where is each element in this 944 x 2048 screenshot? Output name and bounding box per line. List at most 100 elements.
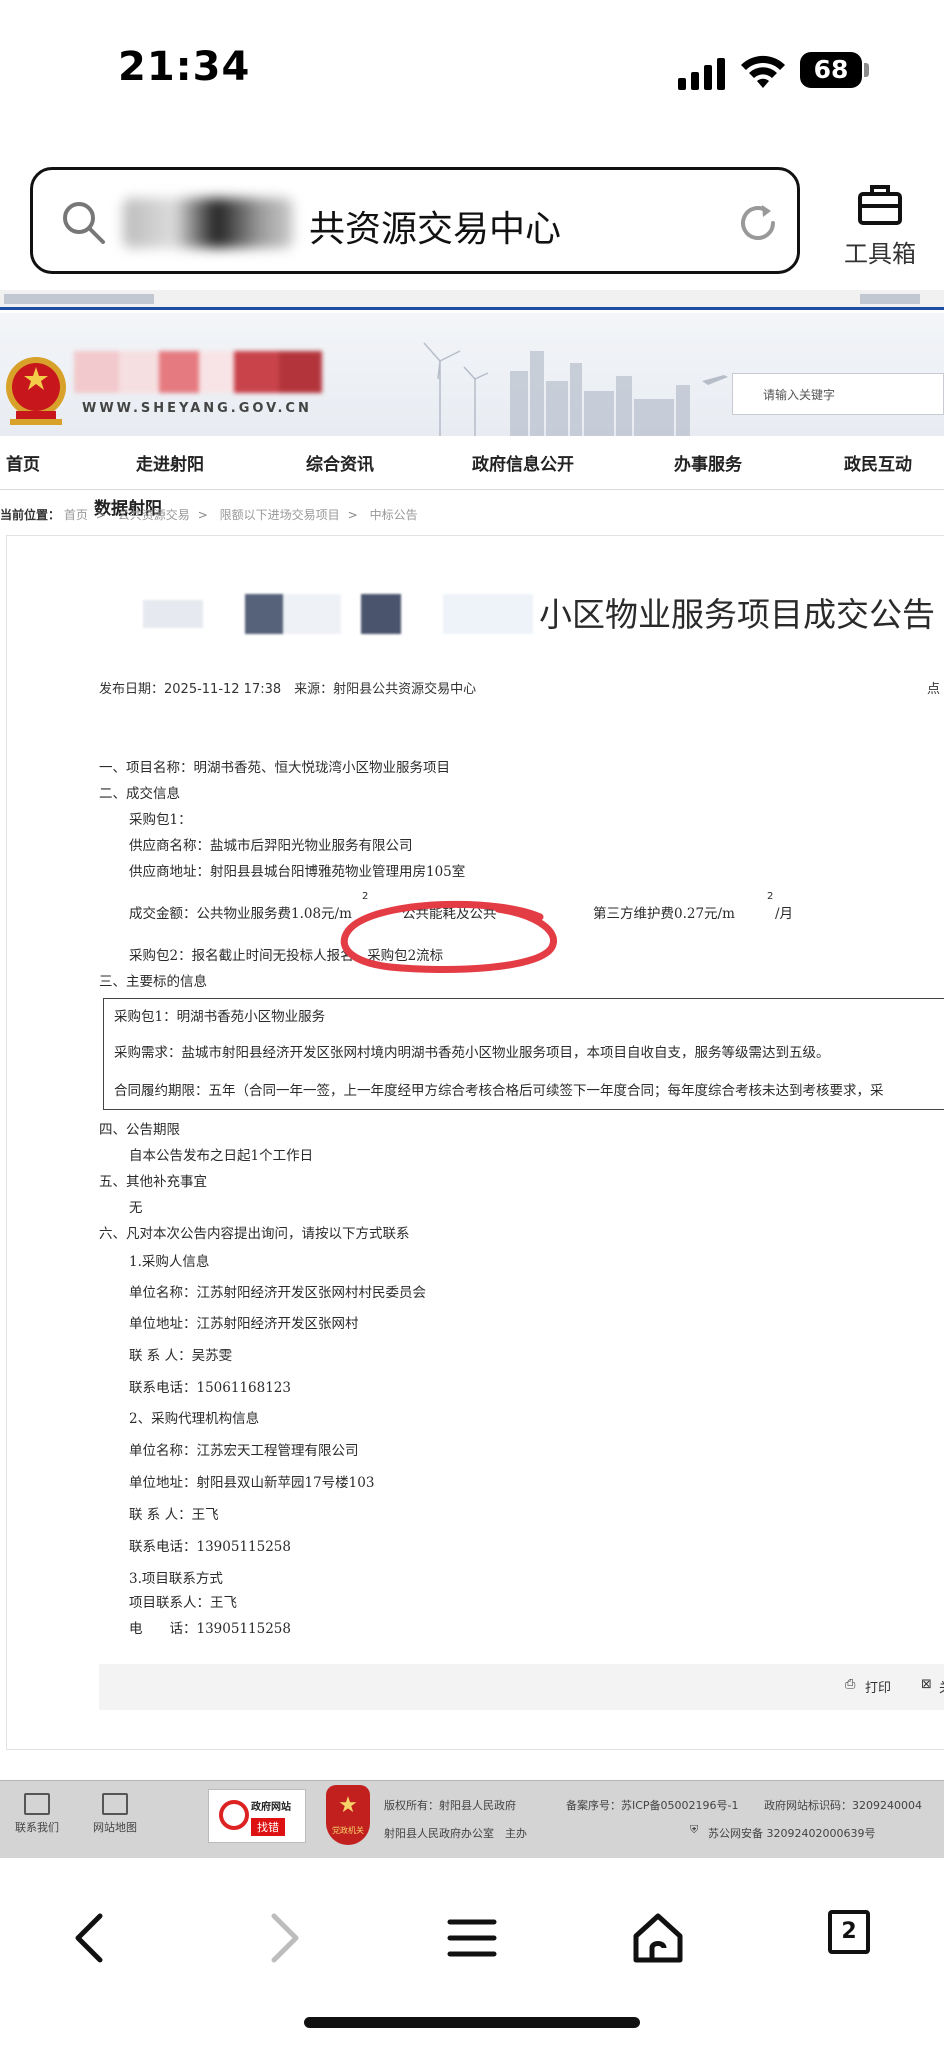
toolbox-icon bbox=[858, 185, 902, 225]
project-contact-phone: 电 话：13905115258 bbox=[129, 1621, 291, 1637]
agency-heading: 2、采购代理机构信息 bbox=[129, 1411, 260, 1427]
title-redacted bbox=[143, 594, 533, 634]
status-time: 21:34 bbox=[118, 44, 251, 90]
nav-item-about[interactable]: 走进射阳 bbox=[136, 450, 204, 475]
jiucuo-title: 政府网站 bbox=[251, 1802, 291, 1813]
sitemap-icon bbox=[102, 1793, 128, 1815]
section-2-heading: 二、成交信息 bbox=[99, 786, 180, 802]
site-search-input[interactable]: 请输入关键字 bbox=[732, 373, 944, 415]
back-icon[interactable] bbox=[62, 1908, 122, 1968]
section-6-heading: 六、凡对本次公告内容提出询问，请按以下方式联系 bbox=[99, 1226, 410, 1242]
deal-amount-per-month: /月 bbox=[775, 906, 794, 922]
breadcrumb-current[interactable]: 中标公告 bbox=[370, 508, 418, 522]
purchaser-phone: 联系电话：15061168123 bbox=[129, 1380, 291, 1396]
nav-item-news[interactable]: 综合资讯 bbox=[306, 450, 374, 475]
supplier-address-line: 供应商地址：射阳县县城台阳博雅苑物业管理用房105室 bbox=[129, 864, 466, 880]
footer-sitemap-link[interactable]: 网站地图 bbox=[86, 1793, 144, 1835]
footer-contact-label: 联系我们 bbox=[15, 1821, 59, 1834]
nav-item-services[interactable]: 办事服务 bbox=[674, 450, 742, 475]
project-contact-heading: 3.项目联系方式 bbox=[129, 1571, 223, 1587]
article-title: 小区物业服务项目成交公告 bbox=[539, 595, 935, 634]
breadcrumb-label: 当前位置： bbox=[0, 508, 61, 522]
agency-name: 单位名称：江苏宏天工程管理有限公司 bbox=[129, 1443, 359, 1459]
close-button[interactable]: 关 bbox=[939, 1677, 944, 1696]
tabs-button[interactable]: 2 bbox=[828, 1910, 870, 1954]
close-icon: ⊠ bbox=[921, 1677, 932, 1692]
purchaser-heading: 1.采购人信息 bbox=[129, 1254, 210, 1270]
site-footer: 联系我们 网站地图 政府网站 找错 ★ 党政机关 版权所有：射阳县人民政府 射阳… bbox=[0, 1780, 944, 1858]
agency-phone: 联系电话：13905115258 bbox=[129, 1539, 291, 1555]
footer-site-code: 政府网站标识码：3209240004 bbox=[764, 1799, 922, 1812]
footer-organizer: 射阳县人民政府办公室 主办 bbox=[384, 1827, 527, 1840]
purchaser-contact: 联 系 人：吴苏雯 bbox=[129, 1348, 233, 1364]
footer-contact-link[interactable]: 联系我们 bbox=[8, 1793, 66, 1835]
article-meta-right: 点 bbox=[927, 682, 941, 697]
project-contact-name: 项目联系人：王飞 bbox=[129, 1595, 237, 1611]
address-redacted bbox=[123, 198, 293, 248]
announcement-article: 小区物业服务项目成交公告 发布日期：2025-11-12 17:38 来源：射阳… bbox=[6, 535, 944, 1750]
purchaser-name: 单位名称：江苏射阳经济开发区张网村村民委员会 bbox=[129, 1285, 426, 1301]
party-gov-label: 党政机关 bbox=[332, 1826, 364, 1835]
nav-item-interaction[interactable]: 政民互动 bbox=[844, 450, 912, 475]
site-logo-redacted bbox=[74, 351, 322, 393]
skyline-banner bbox=[423, 342, 728, 436]
footer-police[interactable]: 苏公网安备 32092402000639号 bbox=[708, 1825, 875, 1841]
toolbox-button[interactable]: 工具箱 bbox=[830, 178, 930, 278]
gov-site-error-report-badge[interactable]: 政府网站 找错 bbox=[208, 1789, 306, 1843]
nav-item-gov-info[interactable]: 政府信息公开 bbox=[472, 450, 574, 475]
table-requirement: 采购需求：盐城市射阳县经济开发区张网村境内明湖书香苑小区物业服务项目，本项目自收… bbox=[114, 1045, 830, 1061]
section-4-heading: 四、公告期限 bbox=[99, 1122, 180, 1138]
wifi-icon bbox=[741, 55, 785, 88]
search-icon bbox=[63, 202, 105, 244]
forward-icon[interactable] bbox=[252, 1908, 312, 1968]
jiucuo-badge: 找错 bbox=[251, 1818, 285, 1836]
breadcrumb-home[interactable]: 首页 bbox=[64, 508, 88, 522]
sup-2-b: 2 bbox=[767, 891, 774, 902]
monitor-icon bbox=[24, 1793, 50, 1815]
home-icon[interactable] bbox=[628, 1908, 688, 1968]
webpage: WWW.SHEYANG.GOV.CN 请输入关键字 首页 走进射阳 综合资讯 政… bbox=[0, 290, 944, 1855]
article-meta: 发布日期：2025-11-12 17:38 来源：射阳县公共资源交易中心 bbox=[99, 682, 477, 697]
footer-sitemap-label: 网站地图 bbox=[93, 1821, 137, 1834]
menu-icon[interactable] bbox=[442, 1908, 502, 1968]
party-gov-emblem-icon: ★ bbox=[338, 1793, 358, 1818]
purchaser-address: 单位地址：江苏射阳经济开发区张网村 bbox=[129, 1316, 359, 1332]
subject-table: 采购包1：明湖书香苑小区物业服务 采购需求：盐城市射阳县经济开发区张网村境内明湖… bbox=[103, 998, 944, 1110]
site-header: WWW.SHEYANG.GOV.CN 请输入关键字 bbox=[0, 313, 944, 436]
national-emblem-icon bbox=[6, 357, 66, 425]
red-circle-annotation bbox=[340, 900, 557, 974]
magnifier-icon bbox=[219, 1800, 249, 1830]
print-button[interactable]: 打印 bbox=[865, 1677, 891, 1696]
agency-contact: 联 系 人：王飞 bbox=[129, 1507, 219, 1523]
deal-amount-third-party: 第三方维护费0.27元/m bbox=[593, 906, 735, 922]
table-package-1: 采购包1：明湖书香苑小区物业服务 bbox=[114, 1009, 326, 1025]
notice-period-line: 自本公告发布之日起1个工作日 bbox=[129, 1148, 314, 1164]
police-badge-icon: ⛨ bbox=[690, 1823, 699, 1836]
breadcrumb-project-type[interactable]: 限额以下进场交易项目 bbox=[220, 508, 340, 522]
site-nav: 首页 走进射阳 综合资讯 政府信息公开 办事服务 政民互动 bbox=[0, 436, 944, 490]
cellular-signal-icon bbox=[678, 56, 726, 90]
section-3-heading: 三、主要标的信息 bbox=[99, 974, 207, 990]
other-matters-line: 无 bbox=[129, 1200, 143, 1216]
home-indicator bbox=[304, 2017, 640, 2028]
battery-icon: 68 bbox=[800, 52, 862, 88]
project-name-line: 一、项目名称：明湖书香苑、恒大悦珑湾小区物业服务项目 bbox=[99, 760, 450, 776]
site-top-strip bbox=[0, 290, 944, 310]
breadcrumb: 当前位置： 首页 > 公共资源交易 > 限额以下进场交易项目 > 中标公告 bbox=[0, 508, 418, 522]
print-bar: ⎙ 打印 ⊠ 关 bbox=[99, 1664, 944, 1710]
nav-item-home[interactable]: 首页 bbox=[6, 450, 40, 475]
reload-icon[interactable] bbox=[735, 200, 781, 246]
address-bar[interactable]: 共资源交易中心 bbox=[30, 167, 800, 274]
address-text: 共资源交易中心 bbox=[309, 209, 562, 250]
breadcrumb-trading[interactable]: 公共资源交易 bbox=[118, 508, 190, 522]
browser-toolbar: 2 bbox=[0, 1858, 944, 2048]
deal-amount-line: 成交金额：公共物业服务费1.08元/m bbox=[129, 906, 352, 922]
print-icon: ⎙ bbox=[845, 1677, 856, 1692]
site-domain: WWW.SHEYANG.GOV.CN bbox=[82, 401, 312, 416]
supplier-name-line: 供应商名称：盐城市后羿阳光物业服务有限公司 bbox=[129, 838, 413, 854]
package-1-label: 采购包1： bbox=[129, 812, 192, 828]
party-gov-agency-badge[interactable]: ★ 党政机关 bbox=[326, 1785, 370, 1845]
status-bar: 21:34 68 bbox=[0, 0, 944, 140]
toolbox-label: 工具箱 bbox=[844, 240, 916, 268]
footer-icp[interactable]: 备案序号：苏ICP备05002196号-1 bbox=[566, 1797, 739, 1813]
